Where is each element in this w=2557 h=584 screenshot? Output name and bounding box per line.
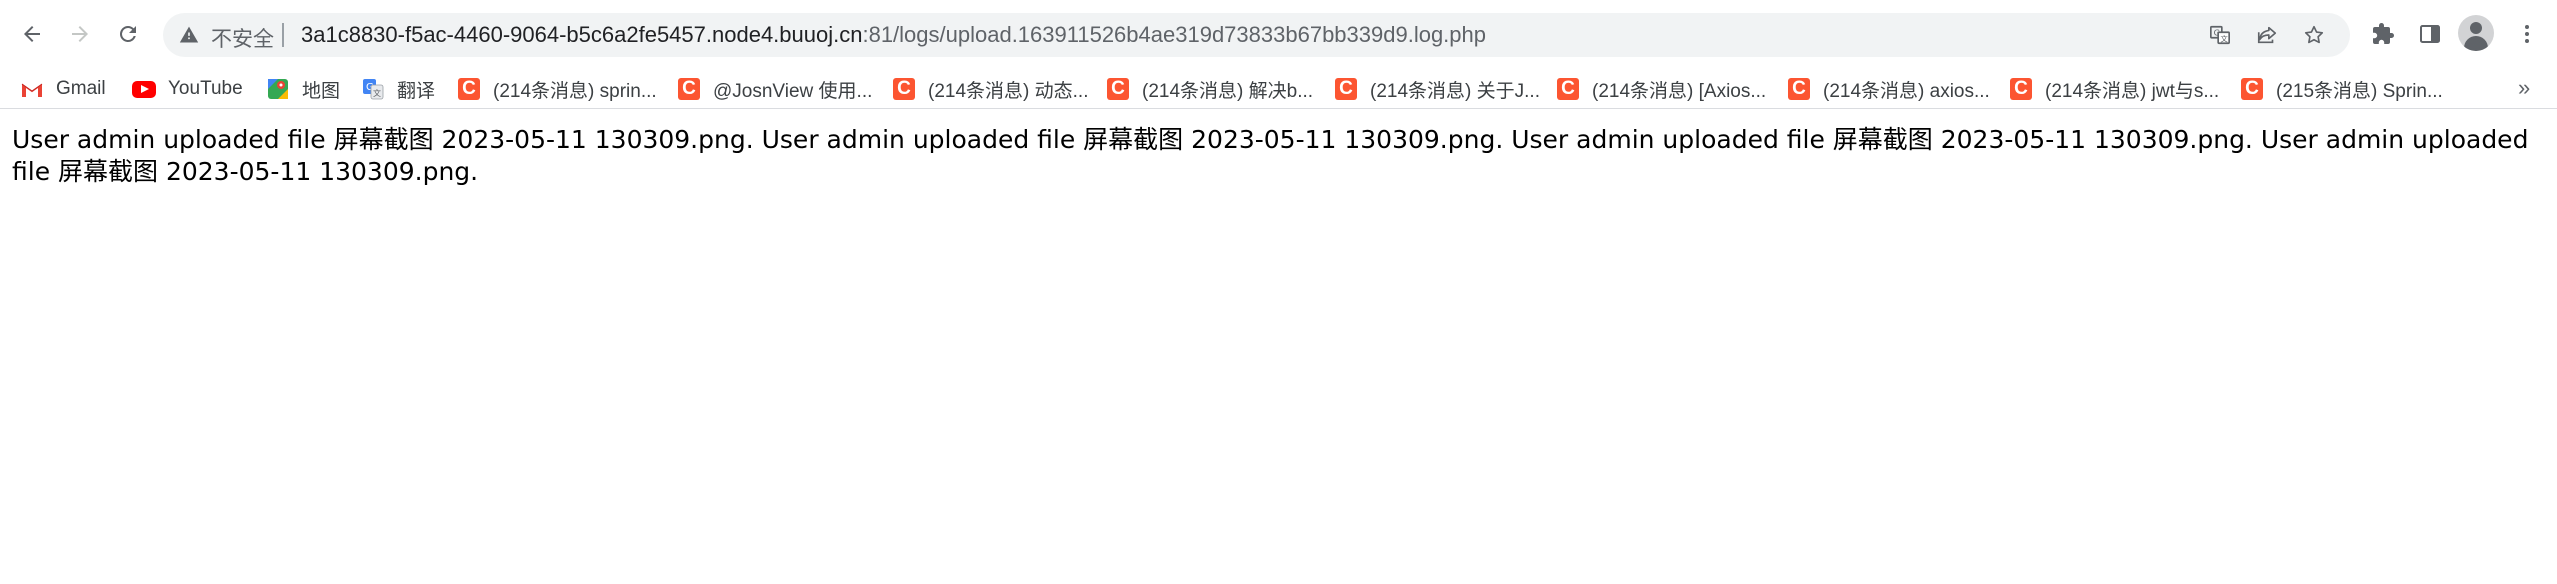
bookmark-csdn-9[interactable]: C (215条消息) Sprin... (2240, 70, 2443, 108)
browser-toolbar: 不安全 3a1c8830-f5ac-4460-9064-b5c6a2fe5457… (0, 0, 2557, 70)
bookmark-label: (214条消息) 解决b... (1142, 80, 1314, 102)
svg-text:文: 文 (373, 88, 381, 98)
bookmark-label: 地图 (302, 80, 341, 102)
side-panel-icon (2420, 25, 2440, 43)
bookmark-label: (214条消息) jwt与s... (2045, 80, 2220, 102)
maps-icon (266, 77, 290, 101)
profile-avatar[interactable] (2458, 15, 2494, 51)
csdn-icon: C (1787, 77, 1811, 101)
address-bar[interactable]: 不安全 3a1c8830-f5ac-4460-9064-b5c6a2fe5457… (163, 13, 2350, 57)
page-log-text: User admin uploaded file 屏幕截图 2023-05-11… (12, 125, 2529, 186)
bookmark-csdn-8[interactable]: C (214条消息) jwt与s... (2009, 70, 2219, 108)
csdn-icon: C (1106, 77, 1130, 101)
translate-button[interactable]: G文 (2206, 21, 2234, 49)
reload-icon (120, 26, 136, 42)
bookmarks-overflow-button[interactable]: » (2518, 70, 2530, 108)
arrow-right-icon (72, 26, 88, 42)
bookmark-csdn-4[interactable]: C (214条消息) 解决b... (1106, 70, 1313, 108)
share-button[interactable] (2253, 21, 2281, 49)
bookmark-label: YouTube (168, 78, 243, 99)
bookmark-csdn-1[interactable]: C (214条消息) sprin... (457, 70, 657, 108)
bookmark-label: 翻译 (397, 80, 436, 102)
profile-icon-body (2464, 36, 2488, 51)
bookmark-csdn-2[interactable]: C @JosnView 使用... (677, 70, 872, 108)
csdn-icon: C (457, 77, 481, 101)
forward-button[interactable] (60, 14, 100, 54)
youtube-icon (132, 77, 156, 101)
bookmark-label: (214条消息) axios... (1823, 80, 1990, 102)
csdn-icon: C (1334, 77, 1358, 101)
profile-icon (2470, 22, 2482, 34)
bookmark-label: (214条消息) sprin... (493, 80, 657, 102)
bookmark-label: (214条消息) 关于J... (1370, 80, 1540, 102)
star-icon (2304, 25, 2324, 44)
gmail-icon (20, 77, 44, 101)
bookmark-csdn-7[interactable]: C (214条消息) axios... (1787, 70, 1990, 108)
url-path: :81/logs/upload.163911526b4ae319d73833b6… (862, 22, 1486, 47)
svg-text:文: 文 (2220, 34, 2228, 43)
url-host: 3a1c8830-f5ac-4460-9064-b5c6a2fe5457.nod… (301, 22, 863, 47)
bookmark-gmail[interactable]: Gmail (20, 70, 106, 108)
chrome-menu-button[interactable] (2508, 15, 2546, 53)
bookmark-csdn-5[interactable]: C (214条消息) 关于J... (1334, 70, 1540, 108)
bookmark-label: (214条消息) 动态... (928, 80, 1089, 102)
url-text[interactable]: 3a1c8830-f5ac-4460-9064-b5c6a2fe5457.nod… (301, 22, 1486, 48)
bookmark-label: (215条消息) Sprin... (2276, 80, 2443, 102)
bookmark-label: @JosnView 使用... (713, 80, 873, 102)
arrow-left-icon (24, 26, 40, 42)
divider (282, 23, 284, 47)
csdn-icon: C (892, 77, 916, 101)
bookmark-label: (214条消息) [Axios... (1592, 80, 1767, 102)
bookmarks-bar: Gmail YouTube 地图 G文 翻译 C (214条消息) sprin.… (0, 70, 2557, 109)
csdn-icon: C (2240, 77, 2264, 101)
menu-icon (2525, 25, 2529, 43)
share-icon (2257, 26, 2277, 44)
bookmark-maps[interactable]: 地图 (266, 70, 340, 108)
bookmark-csdn-6[interactable]: C (214条消息) [Axios... (1556, 70, 1766, 108)
csdn-icon: C (677, 77, 701, 101)
bookmark-star-button[interactable] (2300, 21, 2328, 49)
bookmark-youtube[interactable]: YouTube (132, 70, 243, 108)
extensions-button[interactable] (2364, 15, 2402, 53)
side-panel-button[interactable] (2411, 15, 2449, 53)
back-button[interactable] (12, 14, 52, 54)
security-label[interactable]: 不安全 (211, 23, 274, 53)
csdn-icon: C (2009, 77, 2033, 101)
extensions-icon (2373, 23, 2394, 44)
translate-icon: G文 (2210, 25, 2230, 45)
translate-icon: G文 (361, 77, 385, 101)
reload-button[interactable] (108, 14, 148, 54)
bookmark-label: Gmail (56, 78, 106, 99)
bookmark-csdn-3[interactable]: C (214条消息) 动态... (892, 70, 1088, 108)
bookmark-translate[interactable]: G文 翻译 (361, 70, 435, 108)
warning-icon[interactable] (179, 25, 199, 45)
csdn-icon: C (1556, 77, 1580, 101)
